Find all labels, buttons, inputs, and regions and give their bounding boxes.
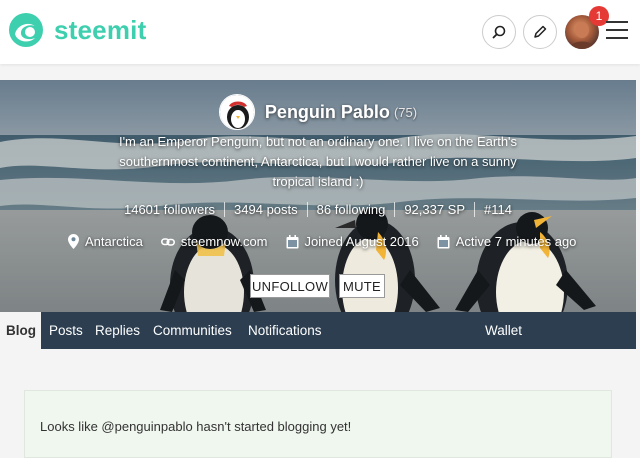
tab-communities[interactable]: Communities: [153, 312, 232, 349]
profile-avatar[interactable]: [218, 94, 255, 130]
posts-count: 3494 posts: [225, 202, 308, 217]
active-text: Active 7 minutes ago: [455, 234, 577, 249]
profile-cover: Penguin Pablo (75) I'm an Emperor Pengui…: [0, 80, 636, 312]
search-button[interactable]: [482, 15, 516, 49]
followers-count[interactable]: 14601 followers: [115, 202, 226, 217]
following-count[interactable]: 86 following: [308, 202, 396, 217]
reputation-score: (75): [393, 104, 418, 120]
tab-blog[interactable]: Blog: [0, 312, 41, 349]
link-icon: [160, 237, 175, 246]
profile-stats: 14601 followers 3494 posts 86 following …: [0, 202, 636, 217]
steemit-logo-icon: [9, 13, 43, 47]
empty-blog-message: Looks like @penguinpablo hasn't started …: [40, 419, 352, 434]
logo-text: steemit: [54, 14, 147, 45]
penguin-avatar-icon: [219, 95, 254, 129]
tab-replies[interactable]: Replies: [95, 312, 140, 349]
location-pin-icon: [68, 234, 79, 249]
tab-notifications[interactable]: Notifications: [248, 312, 322, 349]
unfollow-button[interactable]: UNFOLLOW: [250, 274, 330, 298]
steemit-logo[interactable]: steemit: [8, 12, 146, 48]
profile-title: Penguin Pablo (75): [0, 94, 636, 130]
calendar-icon: [286, 234, 299, 248]
pencil-icon: [534, 25, 547, 38]
last-active: Active 7 minutes ago: [437, 234, 577, 249]
rank: #114: [484, 202, 512, 217]
website-link[interactable]: steemnow.com: [181, 234, 268, 249]
profile-meta: Antarctica steemnow.com Joined August 20…: [68, 234, 594, 249]
steem-power: 92,337 SP: [395, 202, 476, 217]
location-text: Antarctica: [85, 234, 143, 249]
joined-date: Joined August 2016: [286, 234, 419, 249]
website[interactable]: steemnow.com: [160, 234, 268, 249]
joined-text: Joined August 2016: [304, 234, 419, 249]
empty-blog-card: Looks like @penguinpablo hasn't started …: [24, 390, 612, 458]
submit-post-button[interactable]: [523, 15, 557, 49]
profile-tabs: Blog Posts Replies Communities Notificat…: [0, 312, 636, 349]
top-header: steemit 1: [0, 0, 640, 64]
search-icon: [492, 25, 506, 39]
calendar-icon: [437, 234, 450, 248]
profile-about: I'm an Emperor Penguin, but not an ordin…: [118, 134, 518, 189]
profile-name: Penguin Pablo: [264, 101, 390, 122]
user-menu-button[interactable]: 1: [565, 6, 609, 49]
location: Antarctica: [68, 234, 143, 249]
mute-button[interactable]: MUTE: [339, 274, 385, 298]
hamburger-menu-icon[interactable]: [606, 21, 628, 39]
tab-posts[interactable]: Posts: [49, 312, 83, 349]
tab-wallet[interactable]: Wallet: [485, 312, 522, 349]
